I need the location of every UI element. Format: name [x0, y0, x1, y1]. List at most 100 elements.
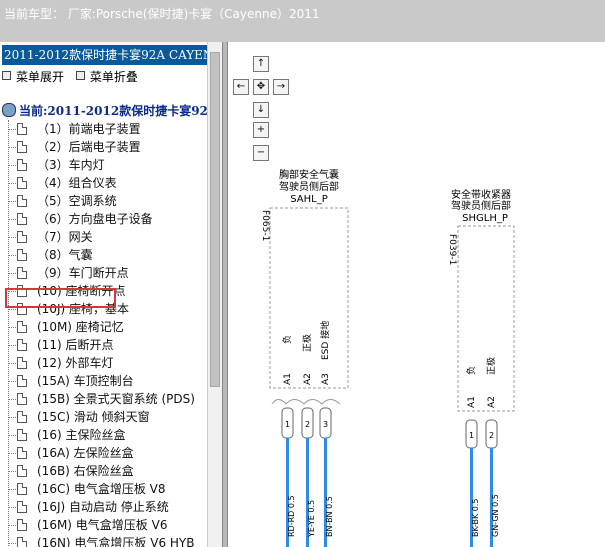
tree-item-door-disconnect[interactable]: （9）车门断开点: [0, 264, 208, 282]
tree-root[interactable]: 当前:2011-2012款保时捷卡宴92A: [2, 102, 217, 119]
component2-title-line1: 安全带收紧器: [451, 188, 511, 201]
component2-signal-1: 负: [465, 366, 477, 375]
component1-signal-1: 负: [281, 335, 293, 344]
document-icon: [17, 231, 27, 243]
tree-item-label: (16J) 自动启动 停止系统: [37, 500, 169, 514]
tree-item-main-fuse-box[interactable]: (16) 主保险丝盒: [0, 426, 208, 444]
component1-signal-3: ESD 接地: [319, 321, 331, 360]
component2-outline: [457, 225, 515, 412]
tree-item-front-electronics[interactable]: （1）前端电子装置: [0, 120, 208, 138]
component2-title-line2: 驾驶员侧后部: [451, 199, 511, 212]
menu-expand-button[interactable]: 菜单展开: [2, 68, 64, 85]
tree-item-gateway[interactable]: （7）网关: [0, 228, 208, 246]
component2-connector-number-1: 1: [469, 431, 474, 440]
tree-item-label: （7）网关: [37, 230, 93, 244]
tree-item-left-fuse-box[interactable]: (16A) 左保险丝盒: [0, 444, 208, 462]
document-icon: [17, 429, 27, 441]
tree-item-booster-board-v8[interactable]: (16C) 电气盒增压板 V8: [0, 480, 208, 498]
tree-item-label: (16N) 电气盒增压板 V6 HYB: [37, 536, 195, 547]
component1-connector-number-2: 2: [305, 420, 310, 429]
sidebar-scrollbar[interactable]: [207, 42, 222, 547]
tree-item-sliding-tilting-sunroof[interactable]: (15C) 滑动 倾斜天窗: [0, 408, 208, 426]
wiring-diagram-panel: ↑ ← ✥ → ↓ + − 胸部安全气囊 驾驶员侧后部 SAHL_P F065-…: [228, 42, 605, 547]
tree-item-air-conditioning[interactable]: （5）空调系统: [0, 192, 208, 210]
tree-item-airbag[interactable]: （8）气囊: [0, 246, 208, 264]
scrollbar-thumb[interactable]: [210, 52, 220, 387]
tree-item-booster-board-v6-hyb[interactable]: (16N) 电气盒增压板 V6 HYB: [0, 534, 208, 547]
tree-item-label: （8）气囊: [37, 248, 93, 262]
document-icon: [17, 159, 27, 171]
component1-connector-number-1: 1: [285, 420, 290, 429]
component2-connector-number-2: 2: [489, 431, 494, 440]
component2-wire-label-1: BK-BK 0.5: [471, 499, 480, 538]
component1-code: SAHL_P: [290, 194, 328, 205]
tree-item-panoramic-sunroof[interactable]: (15B) 全景式天窗系统 (PDS): [0, 390, 208, 408]
document-icon: [17, 177, 27, 189]
component1-ref: F065-1: [260, 210, 270, 241]
component1-connector-shroud: [271, 399, 341, 405]
document-icon: [17, 411, 27, 423]
document-icon: [17, 537, 27, 547]
tree-list: （1）前端电子装置 （2）后端电子装置 （3）车内灯 （4）组合仪表 （5）空调…: [0, 120, 208, 547]
tree-item-label: (15C) 滑动 倾斜天窗: [37, 410, 150, 424]
component2-ref: F039-1: [447, 234, 457, 265]
tree-item-auto-start-stop[interactable]: (16J) 自动启动 停止系统: [0, 498, 208, 516]
vehicle-icon: [2, 103, 16, 117]
sidebar: 2011-2012款保时捷卡宴92A CAYENNE 菜单展开 菜单折叠 当前:…: [0, 42, 222, 547]
square-icon: [75, 71, 85, 80]
document-icon: [17, 249, 27, 261]
tree-item-label: (16) 主保险丝盒: [37, 428, 126, 442]
document-icon: [17, 141, 27, 153]
menu-collapse-button[interactable]: 菜单折叠: [75, 68, 138, 85]
component1-outline: [269, 207, 349, 389]
component1-title-line1: 胸部安全气囊: [279, 168, 339, 181]
tree-item-booster-board-v6[interactable]: (16M) 电气盒增压板 V6: [0, 516, 208, 534]
document-icon: [17, 501, 27, 513]
component1-signal-2: 正极: [301, 334, 313, 352]
title-bar: 当前车型： 厂家:Porsche(保时捷)卡宴（Cayenne）2011: [0, 0, 605, 43]
tree-item-steering-wheel-electronics[interactable]: （6）方向盘电子设备: [0, 210, 208, 228]
tree-item-roof-console[interactable]: (15A) 车顶控制台: [0, 372, 208, 390]
square-icon: [2, 71, 11, 80]
document-icon: [17, 483, 27, 495]
tree-item-label: (16A) 左保险丝盒: [37, 446, 134, 460]
document-icon: [17, 393, 27, 405]
document-icon: [17, 267, 27, 279]
tree-item-exterior-lights[interactable]: (12) 外部车灯: [0, 354, 208, 372]
tree-item-label: (16M) 电气盒增压板 V6: [37, 518, 168, 532]
component1-wire-label-3: BN-BN 0.5: [325, 496, 334, 537]
document-icon: [17, 465, 27, 477]
tree-item-rear-disconnect[interactable]: (11) 后断开点: [0, 336, 208, 354]
tree-item-label: (16C) 电气盒增压板 V8: [37, 482, 166, 496]
component2-pin-1: A1: [467, 396, 477, 408]
tree-item-interior-lights[interactable]: （3）车内灯: [0, 156, 208, 174]
component2-code: SHGLH_P: [462, 213, 508, 224]
tree-item-label: (12) 外部车灯: [37, 356, 114, 370]
tree-item-label: （5）空调系统: [37, 194, 117, 208]
tree-item-label: (10M) 座椅记忆: [37, 320, 124, 334]
current-model-label: 当前车型： 厂家:Porsche(保时捷)卡宴（Cayenne）2011: [4, 7, 320, 21]
tree-item-label: （4）组合仪表: [37, 176, 117, 190]
tree-item-label: （1）前端电子装置: [37, 122, 141, 136]
tree-item-label: （3）车内灯: [37, 158, 105, 172]
tree-item-label: (15B) 全景式天窗系统 (PDS): [37, 392, 195, 406]
tree-item-rear-electronics[interactable]: （2）后端电子装置: [0, 138, 208, 156]
tree-item-label: (16B) 右保险丝盒: [37, 464, 134, 478]
tree-item-instrument-cluster[interactable]: （4）组合仪表: [0, 174, 208, 192]
menu-operations: 菜单展开 菜单折叠: [2, 68, 146, 85]
component1-pin-2: A2: [303, 373, 313, 385]
component1-title-line2: 驾驶员侧后部: [279, 180, 339, 193]
document-icon: [17, 375, 27, 387]
document-icon: [17, 213, 27, 225]
document-icon: [17, 195, 27, 207]
document-icon: [17, 447, 27, 459]
component2-pin-2: A2: [487, 396, 497, 408]
tree-item-label: (15A) 车顶控制台: [37, 374, 134, 388]
tree-item-right-fuse-box[interactable]: (16B) 右保险丝盒: [0, 462, 208, 480]
tree-item-label: (11) 后断开点: [37, 338, 114, 352]
tree-item-label: （2）后端电子装置: [37, 140, 141, 154]
document-icon: [17, 123, 27, 135]
tree-item-seat-memory[interactable]: (10M) 座椅记忆: [0, 318, 208, 336]
document-icon: [17, 519, 27, 531]
model-header[interactable]: 2011-2012款保时捷卡宴92A CAYENNE: [2, 45, 208, 65]
